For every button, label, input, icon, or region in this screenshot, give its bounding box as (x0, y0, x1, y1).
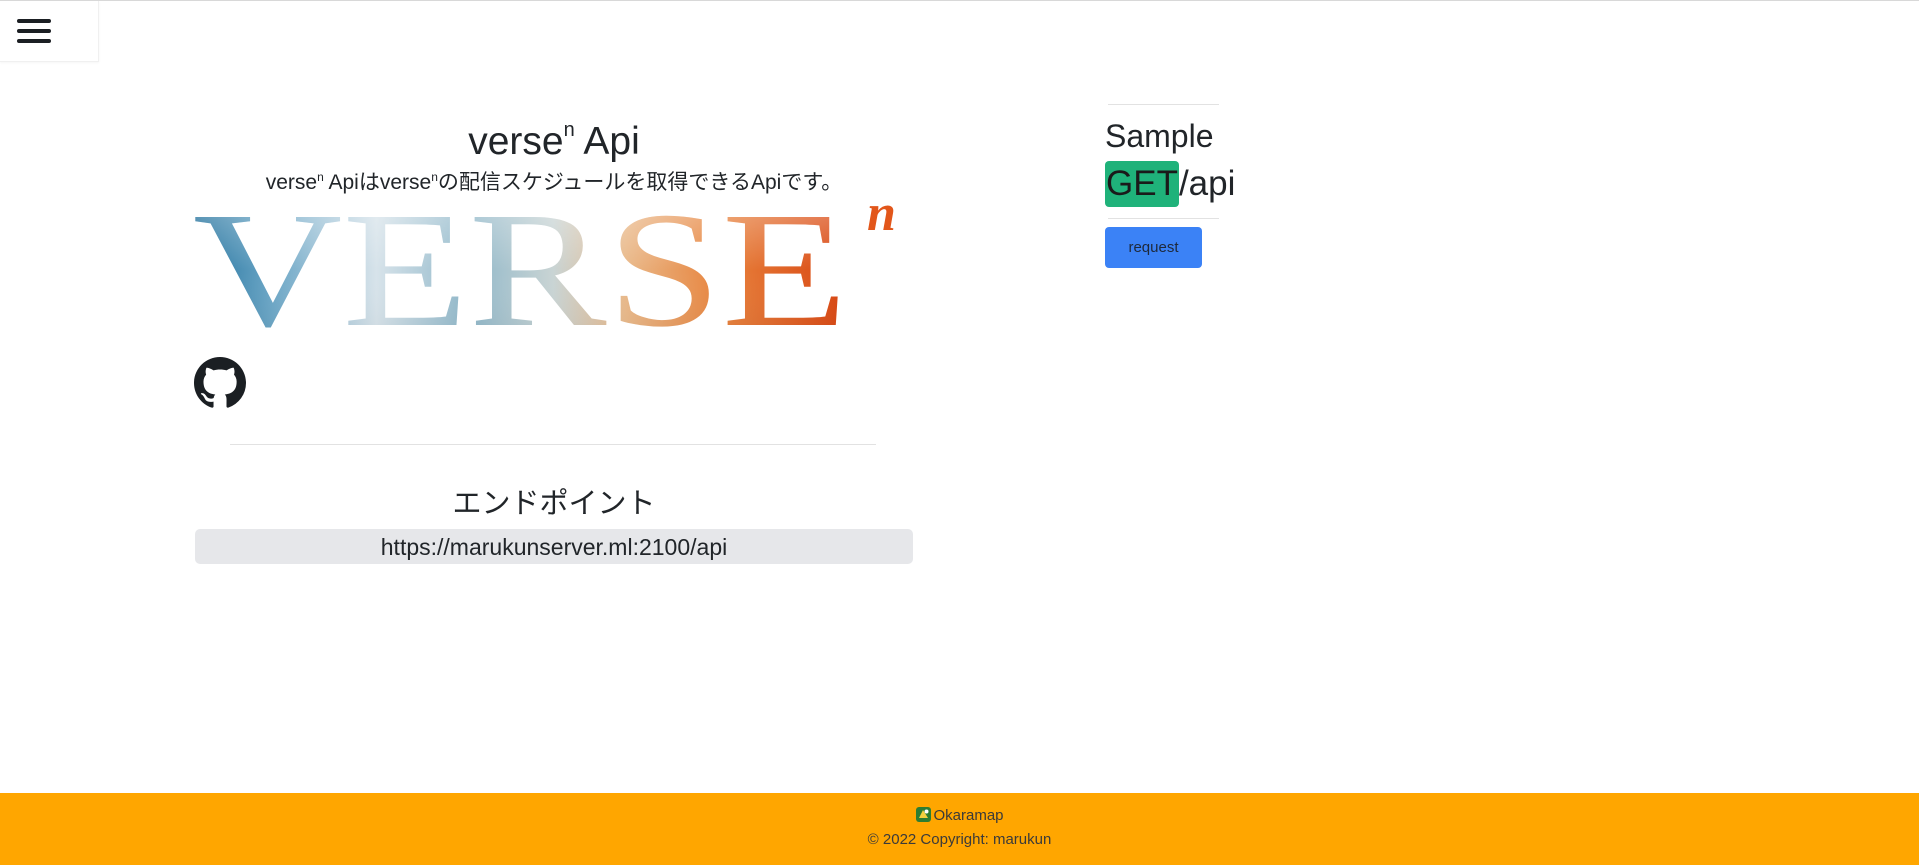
sample-label: Sample (1105, 118, 1214, 154)
sample-divider-bottom (1108, 218, 1219, 219)
sample-request-line: GET/api (1105, 161, 1235, 207)
github-icon[interactable] (194, 357, 246, 409)
subtitle-sup-b: n (431, 170, 438, 184)
verse-n-logo: VERSE VERSE n (195, 190, 896, 360)
page-title: versen Api (195, 100, 913, 163)
okaramap-link[interactable]: Okaramap (0, 806, 1919, 826)
hamburger-menu-button[interactable] (0, 1, 99, 62)
title-verse: verse (468, 120, 564, 163)
title-superscript: n (563, 119, 575, 141)
http-method-badge: GET (1105, 161, 1179, 207)
endpoint-heading: エンドポイント (452, 488, 656, 520)
request-button[interactable]: request (1105, 227, 1202, 268)
logo-superscript-n: n (867, 190, 896, 242)
hamburger-menu-icon (17, 17, 51, 45)
top-border (0, 0, 1919, 1)
okaramap-link-text: Okaramap (933, 807, 1004, 824)
title-suffix: Api (574, 120, 640, 163)
footer-copyright: © 2022 Copyright: marukun (867, 831, 1052, 848)
sample-path: /api (1178, 164, 1236, 203)
sample-divider-top (1108, 104, 1219, 105)
section-divider (230, 444, 876, 445)
subtitle-sup-a: n (317, 170, 324, 184)
hero-section: versen Api versen Apiはversenの配信スケジュールを取得… (195, 100, 913, 198)
logo-wordmark-shading: VERSE (195, 190, 848, 360)
endpoint-url: https://marukunserver.ml:2100/api (195, 529, 913, 564)
okaramap-favicon-icon (916, 807, 932, 822)
footer: Okaramap © 2022 Copyright: marukun (0, 793, 1919, 865)
